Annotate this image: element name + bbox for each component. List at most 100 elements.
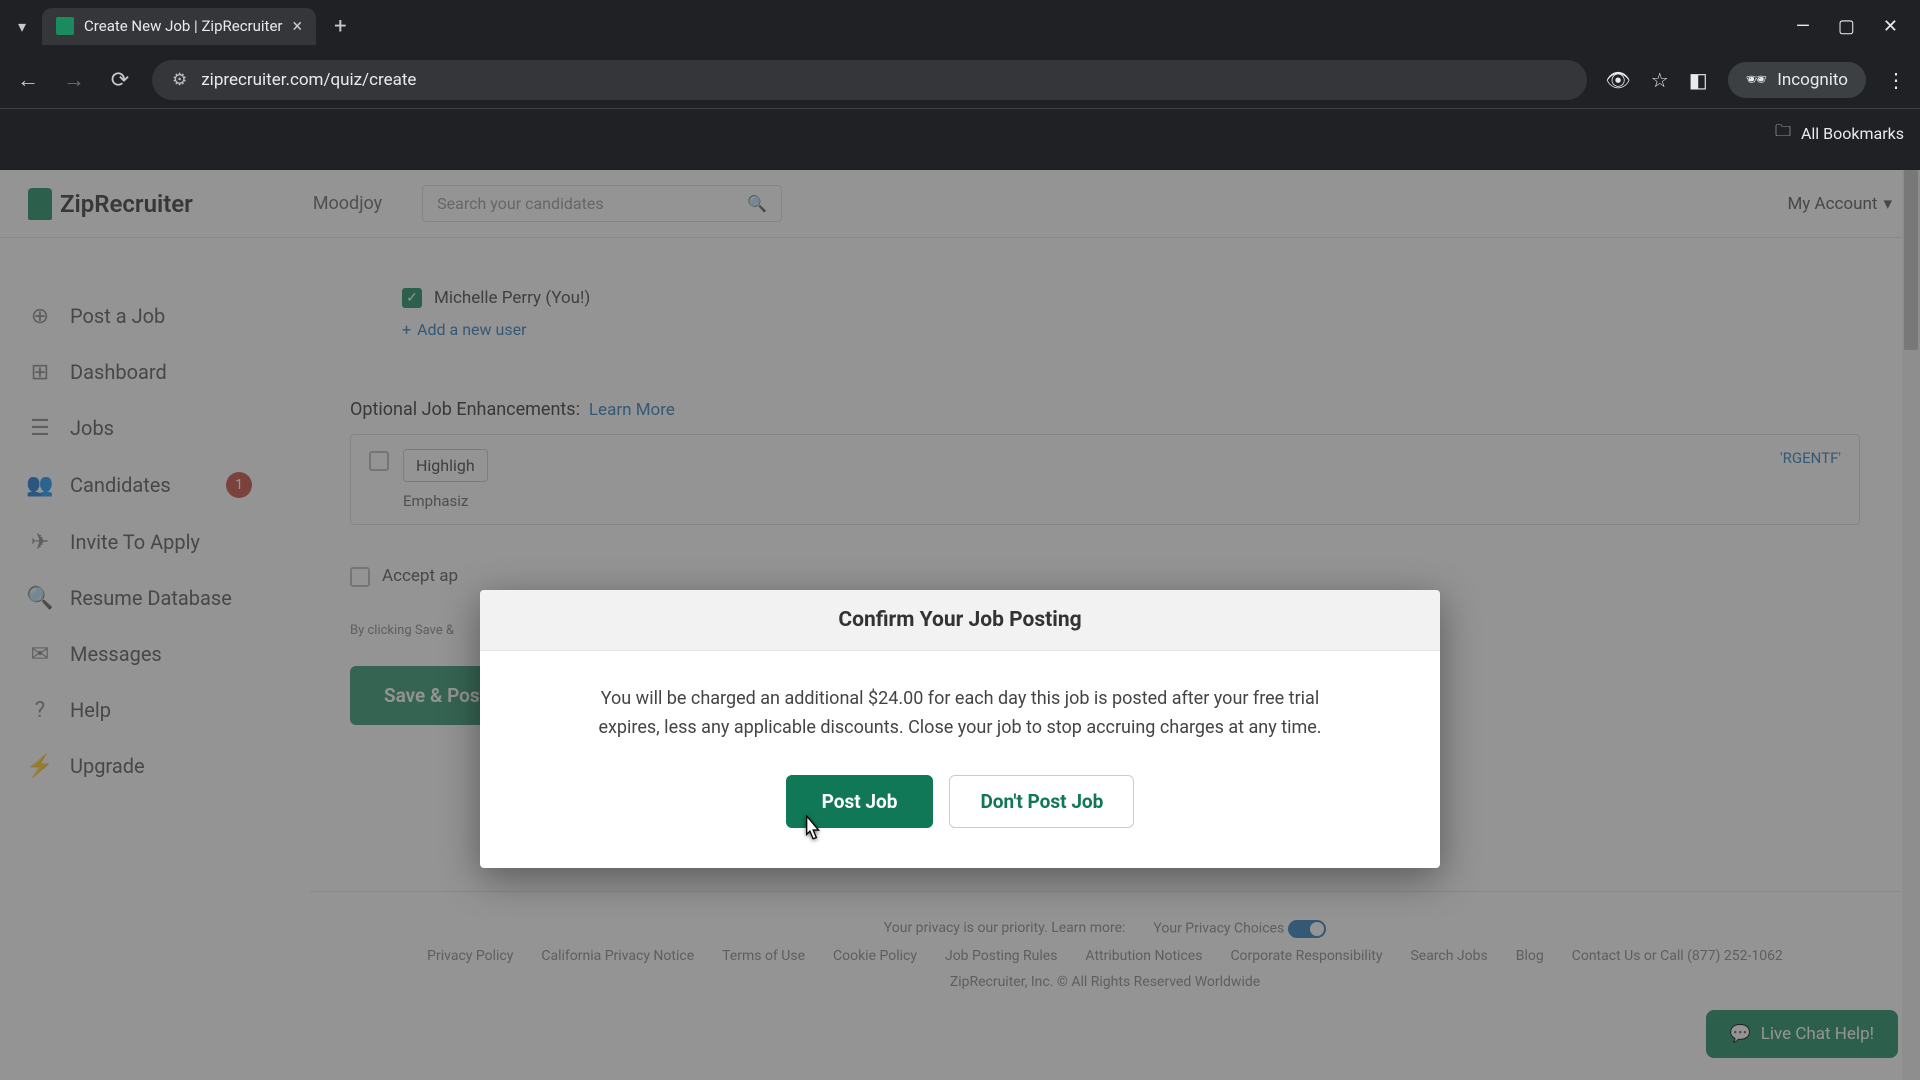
- confirm-post-modal: Confirm Your Job Posting You will be cha…: [480, 590, 1440, 868]
- footer-link[interactable]: Attribution Notices: [1085, 948, 1202, 964]
- footer-link[interactable]: Privacy Policy: [427, 948, 513, 964]
- sidebar-item-label: Help: [70, 698, 111, 722]
- footer-link[interactable]: Search Jobs: [1410, 948, 1487, 964]
- tab-title: Create New Job | ZipRecruiter: [84, 17, 282, 35]
- new-tab-button[interactable]: +: [324, 14, 356, 39]
- plus-circle-icon: ⊕: [28, 304, 52, 328]
- url-text: ziprecruiter.com/quiz/create: [201, 70, 416, 90]
- enhancement-tag: Highligh: [403, 449, 488, 482]
- footer-link[interactable]: Blog: [1516, 948, 1544, 964]
- vertical-scrollbar[interactable]: [1902, 170, 1920, 1080]
- close-window-icon[interactable]: ✕: [1883, 16, 1898, 37]
- learn-more-link[interactable]: Learn More: [589, 400, 675, 420]
- side-panel-icon[interactable]: ◧: [1689, 68, 1708, 92]
- sidebar-item-messages[interactable]: ✉Messages: [0, 626, 300, 682]
- sidebar-item-label: Upgrade: [70, 754, 145, 778]
- page-viewport: ZipRecruiter Moodjoy Search your candida…: [0, 170, 1920, 1080]
- live-chat-label: Live Chat Help!: [1761, 1024, 1874, 1044]
- footer-link[interactable]: Cookie Policy: [833, 948, 917, 964]
- sidebar-item-label: Dashboard: [70, 360, 167, 384]
- enhancement-card: Highligh Emphasiz 'RGENTF': [350, 434, 1860, 525]
- sidebar-item-jobs[interactable]: ☰ Jobs: [0, 400, 300, 456]
- close-tab-icon[interactable]: ×: [293, 16, 303, 37]
- add-user-link[interactable]: + Add a new user: [402, 320, 1860, 339]
- sidebar-item-help[interactable]: ? Help: [0, 682, 300, 738]
- address-bar: ← → ⟳ ⚙ ziprecruiter.com/quiz/create 👁 ☆…: [0, 52, 1920, 108]
- enhancement-code: 'RGENTF': [1780, 449, 1841, 467]
- footer-link[interactable]: Contact Us or Call (877) 252-1062: [1572, 948, 1783, 964]
- my-account-menu[interactable]: My Account ▾: [1787, 194, 1892, 214]
- sidebar-item-invite[interactable]: ✈Invite To Apply: [0, 514, 300, 570]
- tracking-off-icon[interactable]: 👁: [1605, 68, 1630, 92]
- reload-icon[interactable]: ⟳: [106, 68, 134, 93]
- sidebar: ⊕ Post a Job ⊞Dashboard ☰ Jobs 👥Candidates…: [0, 270, 300, 812]
- scrollbar-thumb[interactable]: [1904, 170, 1918, 350]
- help-icon: ?: [28, 698, 52, 722]
- kebab-menu-icon[interactable]: ⋮: [1886, 68, 1906, 92]
- browser-tab[interactable]: Create New Job | ZipRecruiter ×: [42, 8, 316, 45]
- incognito-icon: 🕶: [1746, 70, 1768, 90]
- envelope-icon: ✉: [28, 642, 52, 666]
- tabs-dropdown-icon[interactable]: ▾: [10, 13, 34, 40]
- tab-bar: ▾ Create New Job | ZipRecruiter × + — ▢ …: [0, 0, 1920, 52]
- reviewer-row: ✓ Michelle Perry (You!): [402, 288, 1860, 308]
- add-user-label: Add a new user: [417, 320, 526, 339]
- sidebar-item-post-job[interactable]: ⊕ Post a Job: [0, 288, 300, 344]
- enhancements-title: Optional Job Enhancements:: [350, 399, 580, 420]
- badge: 1: [226, 472, 252, 498]
- checkbox-checked-icon[interactable]: ✓: [402, 288, 422, 308]
- folder-icon: 🗀: [1775, 120, 1791, 147]
- modal-body: You will be charged an additional $24.00…: [480, 651, 1440, 868]
- checkbox-unchecked-icon[interactable]: [369, 451, 389, 471]
- copyright: ZipRecruiter, Inc. © All Rights Reserved…: [310, 974, 1900, 990]
- chat-bubble-icon: 💬: [1730, 1024, 1751, 1044]
- sidebar-item-label: Jobs: [70, 416, 114, 440]
- sidebar-item-candidates[interactable]: 👥Candidates1: [0, 456, 300, 514]
- my-account-label: My Account: [1787, 194, 1877, 214]
- cursor-pointer-icon: [800, 815, 822, 843]
- live-chat-button[interactable]: 💬 Live Chat Help!: [1706, 1010, 1898, 1058]
- privacy-note: Your privacy is our priority. Learn more…: [884, 920, 1126, 938]
- privacy-choices-link[interactable]: Your Privacy Choices: [1153, 920, 1326, 938]
- search-placeholder: Search your candidates: [437, 194, 603, 213]
- site-settings-icon[interactable]: ⚙: [172, 70, 187, 90]
- sidebar-item-upgrade[interactable]: ⚡Upgrade: [0, 738, 300, 794]
- sidebar-item-resume-db[interactable]: 🔍Resume Database: [0, 570, 300, 626]
- all-bookmarks-button[interactable]: 🗀 All Bookmarks: [1775, 120, 1904, 147]
- footer: Your privacy is our priority. Learn more…: [310, 891, 1900, 990]
- logo[interactable]: ZipRecruiter: [28, 188, 193, 220]
- accept-label: Accept ap: [382, 566, 458, 586]
- search-icon: 🔍: [747, 194, 767, 213]
- enhancements-heading: Optional Job Enhancements: Learn More: [350, 399, 1860, 420]
- checkbox-unchecked-icon[interactable]: [350, 567, 370, 587]
- incognito-badge[interactable]: 🕶 Incognito: [1728, 62, 1866, 98]
- people-icon: 👥: [28, 473, 52, 497]
- footer-links: Privacy Policy California Privacy Notice…: [310, 948, 1900, 964]
- url-input[interactable]: ⚙ ziprecruiter.com/quiz/create: [152, 60, 1587, 100]
- reviewer-name: Michelle Perry (You!): [434, 288, 590, 308]
- sidebar-item-label: Post a Job: [70, 304, 165, 328]
- footer-link[interactable]: Terms of Use: [722, 948, 805, 964]
- modal-text: You will be charged an additional $24.00…: [570, 685, 1350, 743]
- incognito-label: Incognito: [1777, 70, 1848, 90]
- minimize-icon[interactable]: —: [1796, 16, 1810, 37]
- company-name: Moodjoy: [313, 193, 382, 214]
- bookmark-star-icon[interactable]: ☆: [1651, 68, 1669, 92]
- sidebar-item-dashboard[interactable]: ⊞Dashboard: [0, 344, 300, 400]
- accept-applications-row: Accept ap: [350, 565, 1860, 587]
- all-bookmarks-label: All Bookmarks: [1801, 124, 1904, 143]
- list-icon: ☰: [28, 416, 52, 440]
- modal-title: Confirm Your Job Posting: [480, 590, 1440, 651]
- search-db-icon: 🔍: [28, 586, 52, 610]
- forward-icon[interactable]: →: [60, 67, 88, 93]
- maximize-icon[interactable]: ▢: [1838, 16, 1855, 37]
- bookmarks-bar: 🗀 All Bookmarks: [0, 108, 1920, 158]
- back-icon[interactable]: ←: [14, 67, 42, 93]
- footer-link[interactable]: Job Posting Rules: [945, 948, 1057, 964]
- chevron-down-icon: ▾: [1883, 194, 1892, 214]
- search-input[interactable]: Search your candidates 🔍: [422, 185, 782, 222]
- footer-link[interactable]: Corporate Responsibility: [1230, 948, 1382, 964]
- footer-link[interactable]: California Privacy Notice: [541, 948, 694, 964]
- privacy-toggle-icon: [1288, 920, 1326, 938]
- dont-post-button[interactable]: Don't Post Job: [949, 775, 1134, 828]
